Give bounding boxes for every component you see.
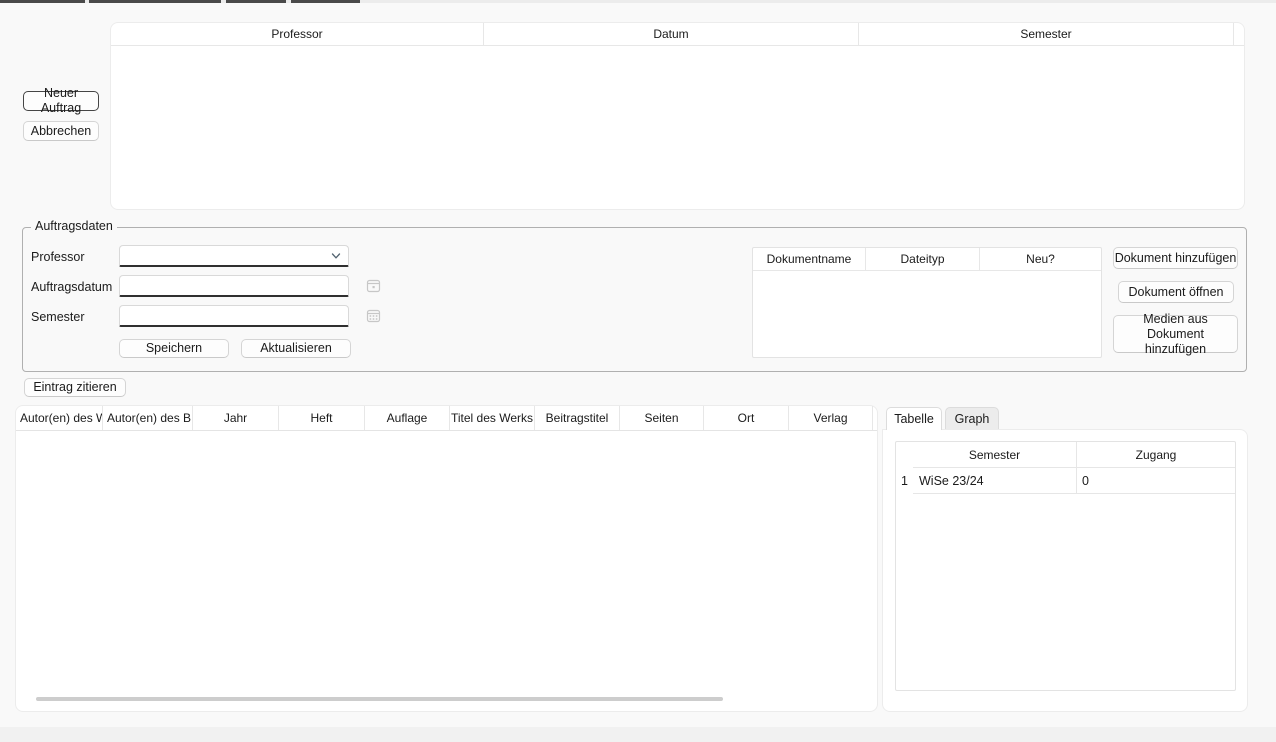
entries-col-publisher[interactable]: Verlag [789,406,873,430]
window-tab-edge [226,0,286,3]
semester-col-zugang[interactable]: Zugang [1077,442,1235,468]
calendar-icon[interactable] [366,278,381,293]
orders-col-professor[interactable]: Professor [111,23,484,45]
window-tab-edge [291,0,360,3]
refresh-button[interactable]: Aktualisieren [241,339,351,358]
window-tab-edge [89,0,221,3]
documents-table-header: Dokumentname Dateityp Neu? [753,248,1101,271]
entries-table: Autor(en) des W Autor(en) des B Jahr Hef… [15,405,878,712]
open-document-button[interactable]: Dokument öffnen [1118,281,1234,303]
professor-combobox[interactable] [119,245,349,267]
top-window-edge [0,0,1276,3]
order-date-label: Auftragsdatum [31,276,112,298]
row-number: 1 [896,468,913,494]
orders-col-datum[interactable]: Datum [484,23,859,45]
order-form-groupbox: Auftragsdaten Professor Auftragsdatum Se… [22,227,1247,372]
orders-col-filler [1234,23,1244,45]
window-tab-edge [0,0,85,3]
entries-col-edition[interactable]: Auflage [365,406,450,430]
semester-table-header: Semester Zugang [896,442,1235,468]
order-date-input[interactable] [119,275,349,297]
orders-col-semester[interactable]: Semester [859,23,1234,45]
entries-col-work-title[interactable]: Titel des Werks [450,406,535,430]
professor-label: Professor [31,246,85,268]
orders-table-header: Professor Datum Semester [111,23,1244,46]
orders-table-body[interactable] [111,46,1244,210]
add-document-button[interactable]: Dokument hinzufügen [1113,247,1238,269]
horizontal-scrollbar[interactable] [36,697,723,701]
entries-col-work-authors[interactable]: Autor(en) des W [16,406,103,430]
semester-input[interactable] [119,305,349,327]
entries-col-pages[interactable]: Seiten [620,406,704,430]
order-form-legend: Auftragsdaten [31,219,117,233]
entries-col-contribution-title[interactable]: Beitragstitel [535,406,620,430]
documents-table-body[interactable] [753,271,1101,357]
save-button[interactable]: Speichern [119,339,229,358]
semester-table: Semester Zugang 1 WiSe 23/24 0 [895,441,1236,691]
entries-col-year[interactable]: Jahr [193,406,279,430]
tab-graph[interactable]: Graph [945,407,999,430]
row-number-gutter [896,442,913,468]
table-row[interactable]: 1 WiSe 23/24 0 [896,468,1235,494]
tab-tabelle[interactable]: Tabelle [886,407,942,430]
calendar-grid-icon[interactable] [366,308,381,323]
add-media-from-document-button[interactable]: Medien aus Dokument hinzufügen [1113,315,1238,353]
professor-input[interactable] [119,245,349,267]
semester-col-semester[interactable]: Semester [913,442,1077,468]
entries-table-body[interactable] [16,431,877,686]
documents-col-type[interactable]: Dateityp [866,248,980,270]
stats-panel: Semester Zugang 1 WiSe 23/24 0 [882,429,1248,712]
semester-cell[interactable]: WiSe 23/24 [913,468,1077,494]
chevron-down-icon[interactable] [330,250,342,262]
app-window: Neuer Auftrag Abbrechen Professor Datum … [0,0,1276,742]
entries-table-header: Autor(en) des W Autor(en) des B Jahr Hef… [16,406,877,431]
cancel-button[interactable]: Abbrechen [23,121,99,141]
new-order-button[interactable]: Neuer Auftrag [23,91,99,111]
orders-table: Professor Datum Semester [110,22,1245,210]
cite-entry-button[interactable]: Eintrag zitieren [24,378,126,397]
documents-col-name[interactable]: Dokumentname [753,248,866,270]
entries-col-filler [873,406,877,430]
entries-col-issue[interactable]: Heft [279,406,365,430]
semester-label: Semester [31,306,85,328]
entries-col-place[interactable]: Ort [704,406,789,430]
documents-col-new[interactable]: Neu? [980,248,1101,270]
zugang-cell[interactable]: 0 [1077,468,1235,494]
bottom-window-strip [0,727,1276,742]
documents-table: Dokumentname Dateityp Neu? [752,247,1102,358]
entries-col-contribution-authors[interactable]: Autor(en) des B [103,406,193,430]
